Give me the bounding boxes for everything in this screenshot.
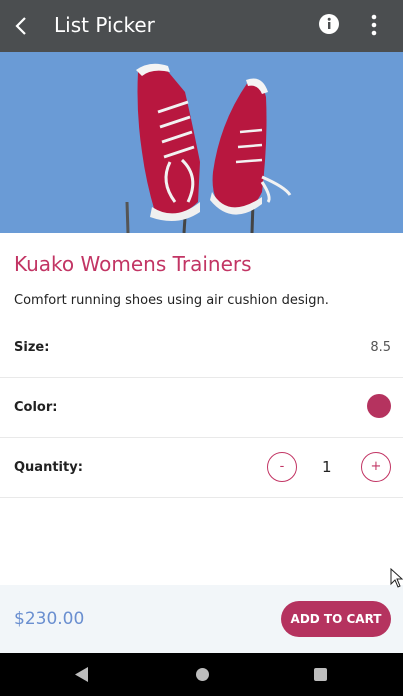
more-vert-icon[interactable] bbox=[368, 13, 380, 37]
sneakers-illustration bbox=[125, 63, 292, 233]
size-row[interactable]: Size: 8.5 bbox=[0, 318, 403, 378]
system-nav-bar bbox=[0, 653, 403, 696]
app-bar: List Picker bbox=[0, 0, 403, 52]
quantity-label: Quantity: bbox=[14, 460, 83, 475]
increment-button[interactable]: + bbox=[361, 452, 391, 482]
color-label: Color: bbox=[14, 400, 58, 415]
quantity-value: 1 bbox=[322, 458, 332, 476]
product-description: Comfort running shoes using air cushion … bbox=[14, 293, 329, 308]
nav-recent-icon[interactable] bbox=[314, 668, 327, 681]
back-arrow-icon[interactable] bbox=[10, 12, 34, 40]
color-swatch[interactable] bbox=[367, 394, 391, 418]
color-row[interactable]: Color: bbox=[0, 378, 403, 438]
size-value[interactable]: 8.5 bbox=[370, 340, 391, 355]
nav-home-icon[interactable] bbox=[196, 668, 209, 681]
decrement-button[interactable]: - bbox=[267, 452, 297, 482]
product-image bbox=[0, 52, 403, 233]
size-label: Size: bbox=[14, 340, 50, 355]
info-icon[interactable] bbox=[318, 13, 340, 35]
product-title: Kuako Womens Trainers bbox=[14, 252, 252, 276]
price: $230.00 bbox=[14, 609, 85, 629]
add-to-cart-button[interactable]: ADD TO CART bbox=[281, 601, 391, 637]
quantity-row: Quantity: - 1 + bbox=[0, 438, 403, 498]
nav-back-icon[interactable] bbox=[75, 667, 89, 682]
page-title: List Picker bbox=[54, 13, 155, 37]
mouse-cursor-icon bbox=[390, 568, 403, 588]
checkout-footer: $230.00 ADD TO CART bbox=[0, 585, 403, 653]
